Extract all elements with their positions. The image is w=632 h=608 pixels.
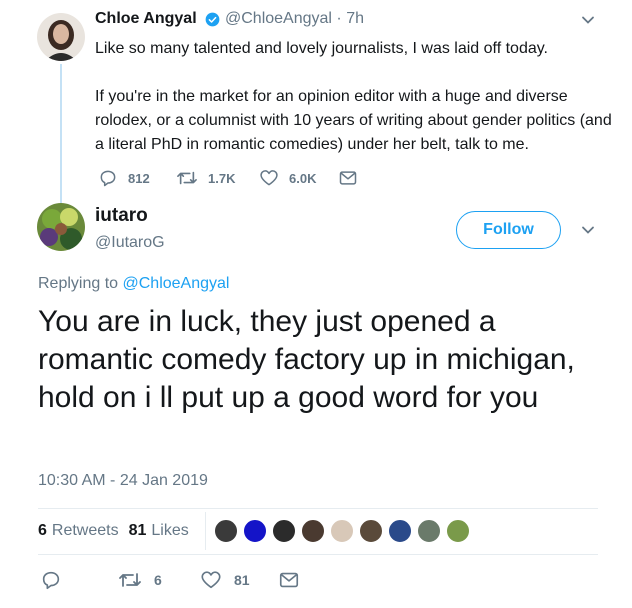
- liker-avatar[interactable]: [214, 519, 238, 543]
- reply-count: 812: [128, 170, 150, 186]
- chevron-down-icon[interactable]: [580, 222, 596, 238]
- heart-icon: [260, 170, 278, 186]
- divider-top: [38, 508, 598, 509]
- parent-paragraph-1: Like so many talented and lovely journal…: [95, 40, 548, 57]
- parent-author-name[interactable]: Chloe Angyal: [95, 10, 197, 28]
- liker-avatar[interactable]: [243, 519, 267, 543]
- follow-button[interactable]: Follow: [456, 211, 561, 249]
- retweets-stat-count[interactable]: 6: [38, 522, 47, 540]
- retweet-icon: [119, 573, 141, 587]
- like-action-bottom[interactable]: 81: [200, 569, 250, 591]
- retweet-count-bottom: 6: [154, 572, 162, 588]
- reply-timestamp[interactable]: 10:30 AM - 24 Jan 2019: [38, 472, 208, 490]
- replying-to-link[interactable]: @ChloeAngyal: [123, 275, 230, 292]
- liker-avatars: [214, 519, 475, 543]
- liker-avatar[interactable]: [417, 519, 441, 543]
- retweets-stat-label[interactable]: Retweets: [52, 522, 119, 540]
- like-count-bottom: 81: [234, 572, 250, 588]
- reply-icon: [42, 571, 60, 590]
- liker-avatar[interactable]: [330, 519, 354, 543]
- heart-icon: [201, 571, 221, 589]
- parent-tweet-text: Like so many talented and lovely journal…: [95, 37, 615, 157]
- reply-action[interactable]: 812: [98, 168, 150, 188]
- liker-avatar[interactable]: [301, 519, 325, 543]
- retweet-action[interactable]: 1.7K: [176, 168, 235, 188]
- likes-stat-count[interactable]: 81: [129, 522, 147, 540]
- chloe-avatar[interactable]: [37, 13, 85, 61]
- parent-handle[interactable]: @ChloeAngyal: [225, 10, 332, 27]
- direct-message-action-bottom[interactable]: [278, 569, 312, 591]
- retweet-action-bottom[interactable]: 6: [118, 569, 162, 591]
- reply-icon: [100, 170, 116, 187]
- parent-paragraph-2: If you're in the market for an opinion e…: [95, 88, 612, 153]
- stats-divider: [205, 512, 206, 550]
- divider-bottom: [38, 554, 598, 555]
- liker-avatar[interactable]: [359, 519, 383, 543]
- liker-avatar[interactable]: [388, 519, 412, 543]
- verified-badge-icon: [205, 12, 220, 27]
- replying-prefix: Replying to: [38, 275, 119, 292]
- liker-avatar[interactable]: [446, 519, 470, 543]
- mail-icon: [339, 171, 357, 185]
- replying-to: Replying to @ChloeAngyal: [38, 275, 229, 293]
- direct-message-action[interactable]: [338, 168, 368, 188]
- mail-icon: [279, 572, 299, 588]
- parent-time[interactable]: 7h: [346, 10, 364, 27]
- tweet-stats: 6 Retweets 81 Likes: [38, 522, 189, 540]
- parent-handle-time[interactable]: @ChloeAngyal · 7h: [225, 10, 364, 28]
- reply-action-bottom[interactable]: [40, 569, 74, 591]
- reply-handle[interactable]: @IutaroG: [95, 234, 165, 252]
- likes-stat-label[interactable]: Likes: [151, 522, 188, 540]
- reply-tweet-text: You are in luck, they just opened a roma…: [38, 305, 575, 414]
- iutaro-avatar[interactable]: [37, 203, 85, 251]
- liker-avatar[interactable]: [272, 519, 296, 543]
- dot-separator: ·: [336, 10, 342, 27]
- chevron-down-icon[interactable]: [580, 12, 596, 28]
- reply-author-name[interactable]: iutaro: [95, 205, 148, 227]
- retweet-count: 1.7K: [208, 170, 236, 186]
- thread-line: [60, 64, 62, 204]
- retweet-icon: [177, 171, 197, 185]
- like-count: 6.0K: [289, 170, 317, 186]
- like-action[interactable]: 6.0K: [259, 168, 316, 188]
